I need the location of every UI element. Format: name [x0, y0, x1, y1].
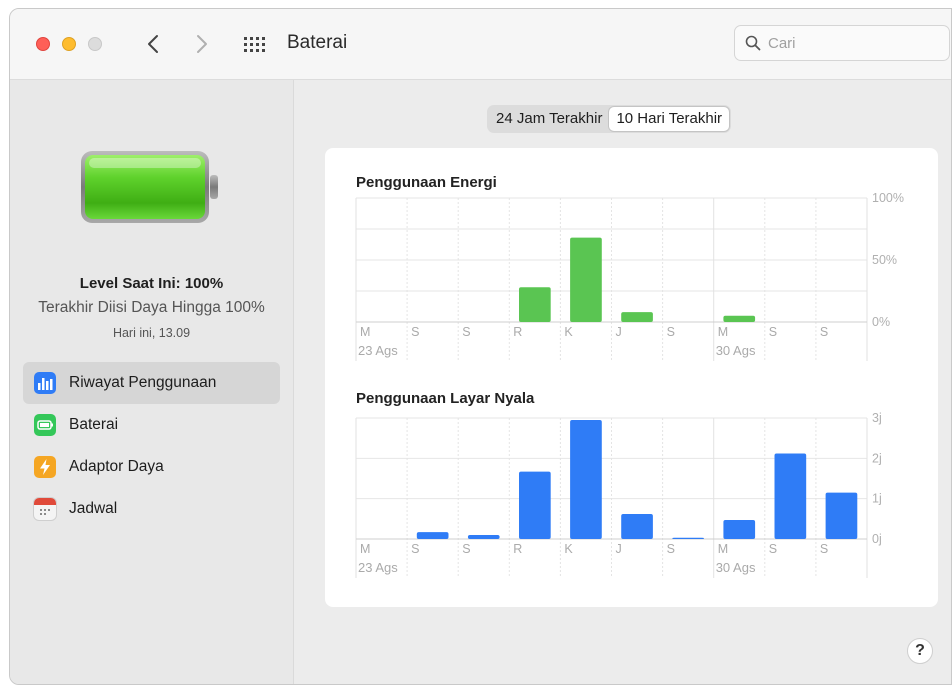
search-input[interactable]	[768, 32, 938, 54]
bar	[519, 471, 551, 539]
x-tick-label: S	[820, 542, 828, 556]
x-tick-label: K	[564, 542, 573, 556]
chevron-left-icon	[148, 35, 158, 53]
show-all-grid-button[interactable]	[242, 34, 266, 54]
grid-icon	[244, 37, 265, 52]
sidebar-item-power-adapter[interactable]: Adaptor Daya	[23, 446, 280, 488]
sidebar-item-usage-history[interactable]: Riwayat Penggunaan	[23, 362, 280, 404]
battery-icon	[34, 414, 56, 436]
bar	[672, 537, 704, 539]
tab-last-10-days[interactable]: 10 Hari Terakhir	[609, 107, 730, 131]
x-tick-label: S	[411, 542, 419, 556]
x-tick-label: S	[769, 542, 777, 556]
chevron-right-icon	[197, 35, 207, 53]
x-tick-label: M	[718, 542, 728, 556]
minimize-window-button[interactable]	[62, 37, 76, 51]
forward-button[interactable]	[190, 31, 214, 57]
title-bar: Baterai	[10, 9, 951, 80]
sidebar-item-label: Jadwal	[69, 500, 118, 517]
usage-charts-card: Penggunaan Energi 0% 50% 100% M S S R K J S M S S 23 …	[325, 148, 938, 607]
bar	[416, 532, 449, 539]
bar	[774, 453, 807, 539]
x-tick-label: M	[360, 542, 370, 556]
last-charged-label: Terakhir Diisi Daya Hingga 100%	[38, 299, 265, 316]
x-tick-label: S	[667, 542, 675, 556]
calendar-icon	[34, 498, 56, 520]
back-button[interactable]	[141, 31, 165, 57]
bar	[723, 520, 756, 539]
sidebar: Level Saat Ini: 100% Terakhir Diisi Daya…	[10, 80, 294, 684]
x-tick-label: J	[616, 542, 622, 556]
current-level-label: Level Saat Ini: 100%	[79, 275, 224, 292]
window-title: Baterai	[287, 32, 348, 53]
sidebar-item-label: Riwayat Penggunaan	[69, 374, 217, 391]
x-tick-label: S	[462, 542, 470, 556]
bar	[825, 492, 858, 539]
bar	[467, 534, 500, 539]
bar	[570, 420, 602, 539]
y-tick-label: 0j	[872, 532, 882, 546]
date-label: 23 Ags	[358, 560, 398, 575]
sidebar-item-battery[interactable]: Baterai	[23, 404, 280, 446]
help-button[interactable]: ?	[907, 638, 933, 664]
sidebar-list: Riwayat Penggunaan Baterai Adaptor Daya	[23, 362, 280, 530]
close-window-button[interactable]	[36, 37, 50, 51]
screen-on-usage-chart: 0j 1j 2j 3j M S S R K J S M S S 23 Ags 30 Ags	[355, 411, 882, 578]
y-tick-label: 3j	[872, 411, 882, 425]
usage-history-icon	[34, 372, 56, 394]
power-adapter-icon	[34, 456, 56, 478]
settings-window: Baterai Cari Level Saat Ini: 100% Terakh…	[9, 8, 952, 685]
main-content: 24 Jam Terakhir 10 Hari Terakhir Penggun…	[294, 80, 951, 684]
zoom-window-button[interactable]	[88, 37, 102, 51]
bar	[621, 513, 653, 539]
sidebar-item-schedule[interactable]: Jadwal	[23, 488, 280, 530]
y-tick-label: 1j	[872, 492, 882, 506]
time-range-segmented-control: 24 Jam Terakhir 10 Hari Terakhir	[487, 105, 732, 133]
battery-level-icon	[81, 151, 218, 223]
date-label: 30 Ags	[716, 560, 756, 575]
x-tick-label: R	[513, 542, 522, 556]
search-icon	[745, 35, 761, 51]
sidebar-item-label: Baterai	[69, 416, 119, 433]
search-field[interactable]	[734, 25, 950, 61]
timestamp-label: Hari ini, 13.09	[112, 326, 191, 340]
y-tick-label: 2j	[872, 451, 882, 465]
tab-last-24-hours[interactable]: 24 Jam Terakhir	[489, 107, 609, 131]
sidebar-item-label: Adaptor Daya	[69, 458, 164, 475]
